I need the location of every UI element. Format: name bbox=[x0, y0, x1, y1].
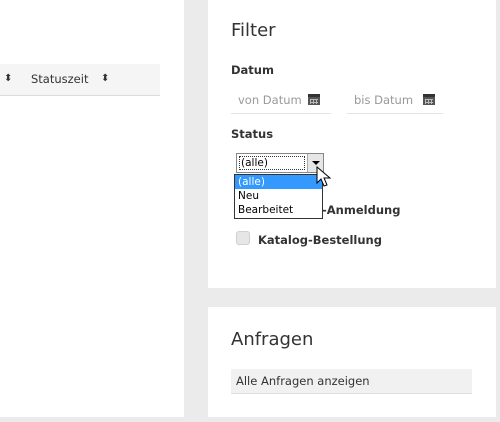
show-all-requests-link[interactable]: Alle Anfragen anzeigen bbox=[231, 369, 472, 394]
requests-table-panel: ⬍ Statuszeit ⬍ bbox=[0, 0, 184, 417]
mouse-pointer-icon bbox=[316, 166, 332, 187]
column-header-statuszeit[interactable]: Statuszeit bbox=[31, 72, 88, 86]
checkbox-katalog-bestellung-label[interactable]: Katalog-Bestellung bbox=[258, 233, 382, 247]
date-label: Datum bbox=[231, 63, 274, 77]
sort-icon[interactable]: ⬍ bbox=[4, 73, 12, 85]
status-select-value: (alle) bbox=[239, 156, 305, 170]
sort-icon[interactable]: ⬍ bbox=[101, 73, 109, 85]
from-date-placeholder: von Datum bbox=[238, 93, 302, 107]
to-date-placeholder: bis Datum bbox=[354, 93, 414, 107]
anfragen-title: Anfragen bbox=[231, 329, 314, 350]
checkbox-katalog-bestellung[interactable] bbox=[236, 231, 250, 245]
status-select[interactable]: (alle) bbox=[236, 153, 324, 173]
status-option[interactable]: Bearbeitet bbox=[235, 203, 322, 217]
calendar-icon[interactable] bbox=[308, 94, 320, 105]
calendar-icon[interactable] bbox=[423, 94, 435, 105]
status-label: Status bbox=[231, 127, 274, 141]
table-header-row: ⬍ Statuszeit ⬍ bbox=[0, 64, 160, 96]
status-option[interactable]: (alle) bbox=[235, 175, 322, 189]
checkbox-anmeldung-label[interactable]: -Anmeldung bbox=[322, 203, 400, 217]
filter-title: Filter bbox=[231, 20, 276, 41]
to-date-input[interactable]: bis Datum bbox=[347, 86, 443, 114]
status-option[interactable]: Neu bbox=[235, 189, 322, 203]
status-dropdown-list: (alle) Neu Bearbeitet bbox=[234, 174, 323, 219]
anfragen-card bbox=[208, 307, 496, 417]
page-bottom-edge bbox=[0, 417, 500, 422]
from-date-input[interactable]: von Datum bbox=[231, 86, 331, 114]
